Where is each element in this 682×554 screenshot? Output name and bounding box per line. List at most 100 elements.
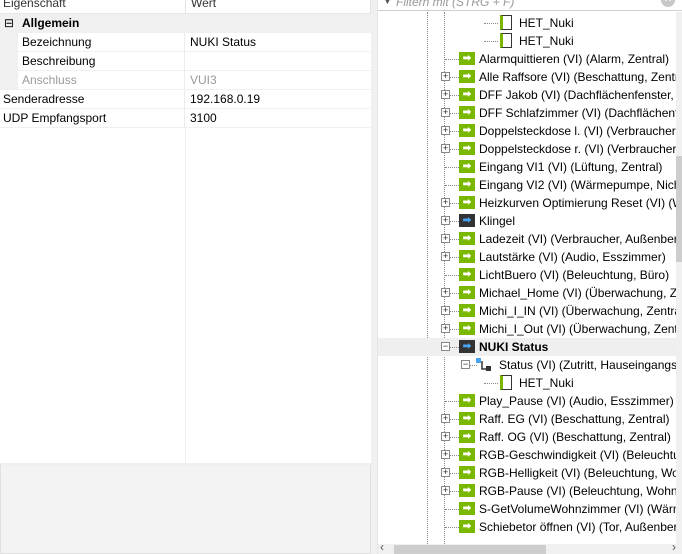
tree-item-label: Doppelsteckdose l. (VI) (Verbraucher,: [479, 124, 676, 138]
tree-item[interactable]: HET_Nuki: [378, 32, 676, 50]
properties-panel: Eigenschaft Wert ⊟ Allgemein Bezeichnung…: [0, 0, 371, 554]
expand-icon[interactable]: +: [441, 90, 450, 99]
tree-item[interactable]: − ➡ NUKI Status: [378, 338, 676, 356]
tree-item[interactable]: + ➡ RGB-Helligkeit (VI) (Beleuchtung, Wohn…: [378, 464, 676, 482]
property-group-allgemein[interactable]: ⊟ Allgemein: [0, 14, 371, 33]
collapse-icon[interactable]: ⊟: [4, 14, 14, 32]
expand-icon[interactable]: +: [441, 450, 450, 459]
expand-icon[interactable]: +: [441, 198, 450, 207]
tree-item[interactable]: + ➡ Michi_I_Out (VI) (Überwachung, Zentral…: [378, 320, 676, 338]
tree-connector: [445, 185, 459, 186]
expand-icon[interactable]: +: [441, 288, 450, 297]
tree-item[interactable]: + ➡ Michi_I_IN (VI) (Überwachung, Zentral): [378, 302, 676, 320]
virtual-input-icon: ➡: [459, 304, 475, 317]
virtual-device-icon: ➡: [459, 214, 475, 227]
object-tree-panel: ▼ Filtern mit (STRG + F) ✕ HET_NukiHET_N…: [378, 0, 682, 554]
column-header-property[interactable]: Eigenschaft: [0, 0, 186, 13]
tree-item[interactable]: + ➡ Doppelsteckdose l. (VI) (Verbraucher,: [378, 122, 676, 140]
expand-icon[interactable]: +: [441, 306, 450, 315]
expand-icon[interactable]: +: [441, 234, 450, 243]
vertical-scrollbar[interactable]: [676, 12, 682, 544]
property-key: Bezeichnung: [0, 33, 185, 52]
property-key: Beschreibung: [0, 52, 185, 71]
property-row-beschreibung[interactable]: Beschreibung: [0, 52, 371, 71]
clear-filter-icon[interactable]: ✕: [661, 0, 675, 7]
splitter[interactable]: [371, 0, 378, 554]
tree-item-label: Raff. EG (VI) (Beschattung, Zentral): [479, 412, 670, 426]
expand-icon[interactable]: +: [441, 72, 450, 81]
vertical-scroll-thumb[interactable]: [676, 155, 682, 263]
virtual-input-icon: ➡: [459, 286, 475, 299]
expand-icon[interactable]: +: [441, 468, 450, 477]
tree-item[interactable]: + ➡ DFF Schlafzimmer (VI) (Dachflächenfens…: [378, 104, 676, 122]
collapse-icon[interactable]: −: [461, 360, 470, 369]
tree-item[interactable]: − Status (VI) (Zutritt, Hauseingangstür): [378, 356, 676, 374]
tree-item[interactable]: + ➡ Heizkurven Optimierung Reset (VI) (W: [378, 194, 676, 212]
scroll-right-arrow-icon[interactable]: ›: [672, 540, 676, 554]
filter-placeholder: Filtern mit (STRG + F): [396, 0, 515, 9]
property-row-bezeichnung[interactable]: Bezeichnung NUKI Status: [0, 33, 371, 52]
object-tree: HET_Nuki HET_Nuki ➡ Alarmquittieren (VI) (A…: [378, 12, 676, 544]
expand-icon[interactable]: +: [441, 432, 450, 441]
collapse-icon[interactable]: −: [441, 342, 450, 351]
tree-item[interactable]: ➡ Schiebetor öffnen (VI) (Tor, Außenberei…: [378, 518, 676, 536]
tree-connector: [445, 275, 459, 276]
tree-item-label: LichtBuero (VI) (Beleuchtung, Büro): [479, 268, 670, 282]
tree-item[interactable]: + ➡ Alle Raffsore (VI) (Beschattung, Zentr…: [378, 68, 676, 86]
tree-item[interactable]: + ➡ Raff. EG (VI) (Beschattung, Zentral): [378, 410, 676, 428]
tree-item[interactable]: + ➡ RGB-Pause (VI) (Beleuchtung, Wohnzimme…: [378, 482, 676, 500]
expand-icon[interactable]: +: [441, 216, 450, 225]
tree-item[interactable]: + ➡ RGB-Geschwindigkeit (VI) (Beleuchtung: [378, 446, 676, 464]
column-header-value[interactable]: Wert: [186, 0, 371, 13]
expand-icon[interactable]: +: [441, 252, 450, 261]
tree-item[interactable]: HET_Nuki: [378, 374, 676, 392]
tree-item[interactable]: ➡ S-GetVolumeWohnzimmer (VI) (Wärme: [378, 500, 676, 518]
tree-item[interactable]: + ➡ Raff. OG (VI) (Beschattung, Zentral): [378, 428, 676, 446]
virtual-input-icon: ➡: [459, 88, 475, 101]
tree-item[interactable]: + ➡ DFF Jakob (VI) (Dachflächenfenster, Ja…: [378, 86, 676, 104]
horizontal-scrollbar[interactable]: ‹ ›: [378, 540, 682, 554]
virtual-input-icon: ➡: [459, 196, 475, 209]
property-row-senderadresse[interactable]: Senderadresse 192.168.0.19: [0, 90, 371, 109]
tree-item[interactable]: + ➡ Ladezeit (VI) (Verbraucher, Außenbere: [378, 230, 676, 248]
expand-icon[interactable]: +: [441, 126, 450, 135]
tree-item-label: Michael_Home (VI) (Überwachung, Zentral): [479, 286, 676, 300]
virtual-device-icon: ➡: [459, 340, 475, 353]
filter-icon: ▼: [382, 0, 393, 7]
virtual-input-icon: ➡: [459, 484, 475, 497]
tree-item[interactable]: + ➡ Doppelsteckdose r. (VI) (Verbraucher,: [378, 140, 676, 158]
tree-item-label: Schiebetor öffnen (VI) (Tor, Außenbereic…: [479, 520, 676, 534]
tree-item[interactable]: ➡ Alarmquittieren (VI) (Alarm, Zentral): [378, 50, 676, 68]
tree-connector: [445, 59, 459, 60]
document-icon: [500, 15, 512, 30]
tree-item[interactable]: ➡ Play_Pause (VI) (Audio, Esszimmer): [378, 392, 676, 410]
tree-item[interactable]: ➡ Eingang VI1 (VI) (Lüftung, Zentral): [378, 158, 676, 176]
scroll-left-arrow-icon[interactable]: ‹: [380, 540, 384, 554]
property-row-udp-port[interactable]: UDP Empfangsport 3100: [0, 109, 371, 128]
tree-item[interactable]: ➡ LichtBuero (VI) (Beleuchtung, Büro): [378, 266, 676, 284]
property-value[interactable]: 3100: [190, 109, 217, 127]
tree-item[interactable]: + ➡ Klingel: [378, 212, 676, 230]
tree-item[interactable]: + ➡ Michael_Home (VI) (Überwachung, Zentra…: [378, 284, 676, 302]
virtual-input-icon: ➡: [459, 160, 475, 173]
property-value[interactable]: 192.168.0.19: [190, 90, 260, 108]
tree-item[interactable]: + ➡ Lautstärke (VI) (Audio, Esszimmer): [378, 248, 676, 266]
virtual-input-icon: ➡: [459, 502, 475, 515]
expand-icon[interactable]: +: [441, 414, 450, 423]
expand-icon[interactable]: +: [441, 486, 450, 495]
tree-item[interactable]: HET_Nuki: [378, 14, 676, 32]
expand-icon[interactable]: +: [441, 144, 450, 153]
tree-connector: [445, 167, 459, 168]
document-icon: [500, 375, 512, 390]
property-value[interactable]: NUKI Status: [190, 33, 256, 51]
tree-connector: [445, 401, 459, 402]
filter-input[interactable]: ▼ Filtern mit (STRG + F) ✕: [378, 0, 682, 11]
horizontal-scroll-thumb[interactable]: [394, 545, 547, 554]
property-key: Anschluss: [0, 71, 185, 90]
tree-item-label: Status (VI) (Zutritt, Hauseingangstür): [499, 358, 676, 372]
expand-icon[interactable]: +: [441, 108, 450, 117]
column-divider: [185, 127, 186, 464]
expand-icon[interactable]: +: [441, 324, 450, 333]
tree-item-label: NUKI Status: [479, 340, 549, 354]
tree-item[interactable]: ➡ Eingang VI2 (VI) (Wärmepumpe, Nicht: [378, 176, 676, 194]
